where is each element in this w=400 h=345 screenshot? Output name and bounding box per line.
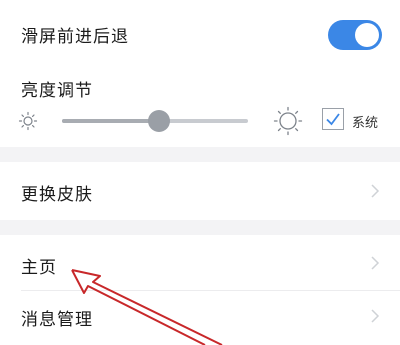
home-row[interactable]: 主页 — [0, 235, 400, 290]
sun-small-icon — [18, 111, 38, 131]
follow-system-label: 系统 — [352, 116, 379, 131]
brightness-label: 亮度调节 — [21, 81, 93, 101]
settings-card-display: 滑屏前进后退 亮度调节 系统 — [0, 0, 400, 147]
home-label: 主页 — [21, 258, 57, 278]
toggle-knob — [355, 23, 379, 47]
settings-card-general: 主页 消息管理 — [0, 235, 400, 345]
skin-row[interactable]: 更换皮肤 — [0, 162, 400, 220]
chevron-right-icon — [371, 309, 380, 323]
messages-row[interactable]: 消息管理 — [0, 291, 400, 345]
swipe-nav-label: 滑屏前进后退 — [21, 27, 129, 47]
messages-label: 消息管理 — [21, 310, 93, 330]
brightness-slider-thumb[interactable] — [147, 110, 170, 132]
check-icon — [326, 113, 340, 126]
chevron-right-icon — [371, 256, 380, 270]
swipe-nav-toggle[interactable] — [328, 20, 382, 50]
settings-card-skin: 更换皮肤 — [0, 162, 400, 220]
skin-label: 更换皮肤 — [21, 185, 93, 205]
sun-large-icon — [273, 106, 303, 136]
brightness-slider-fill — [62, 119, 159, 123]
chevron-right-icon — [371, 184, 380, 198]
follow-system-checkbox[interactable] — [322, 108, 344, 130]
